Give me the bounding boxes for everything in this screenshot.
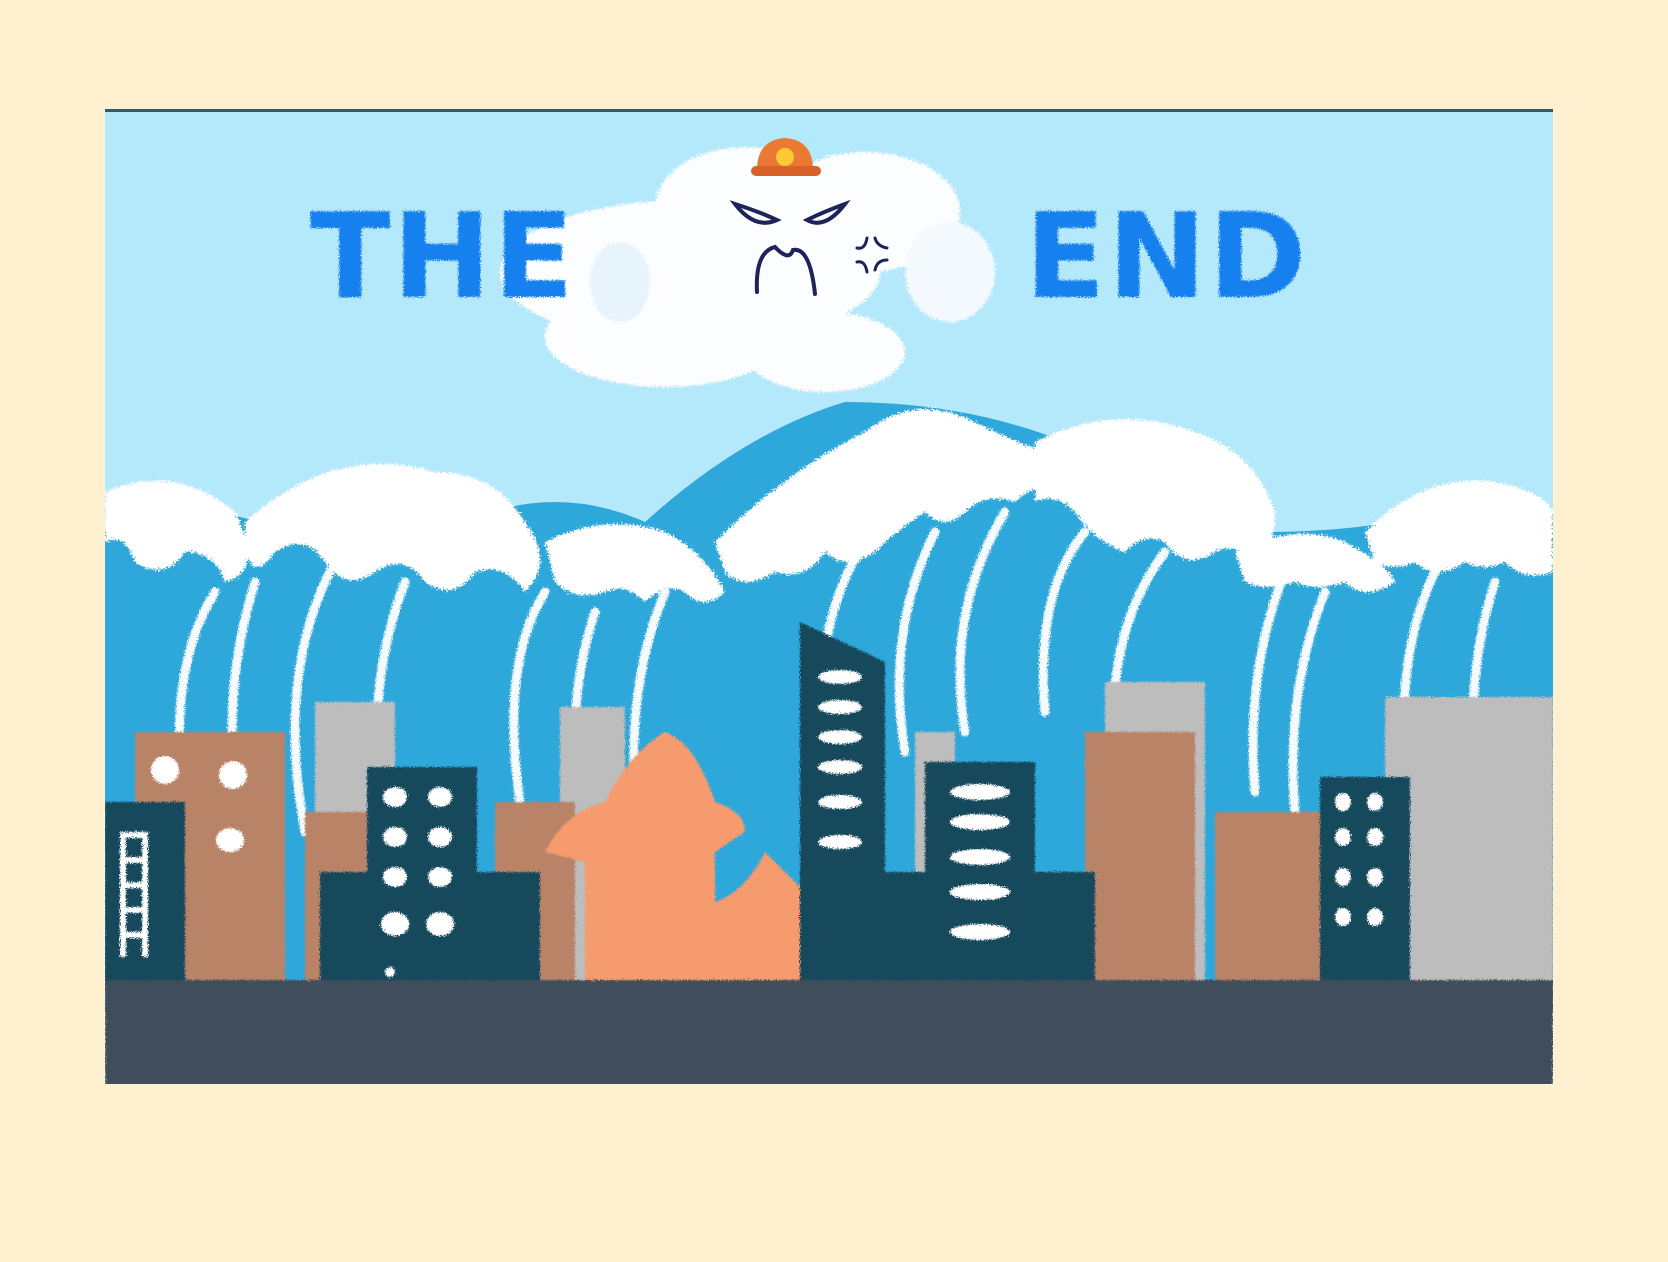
street — [105, 980, 1553, 1084]
illustration-panel: THE END — [105, 109, 1553, 1084]
title-word-the: THE — [310, 187, 576, 325]
title-word-end: END — [1025, 187, 1308, 325]
